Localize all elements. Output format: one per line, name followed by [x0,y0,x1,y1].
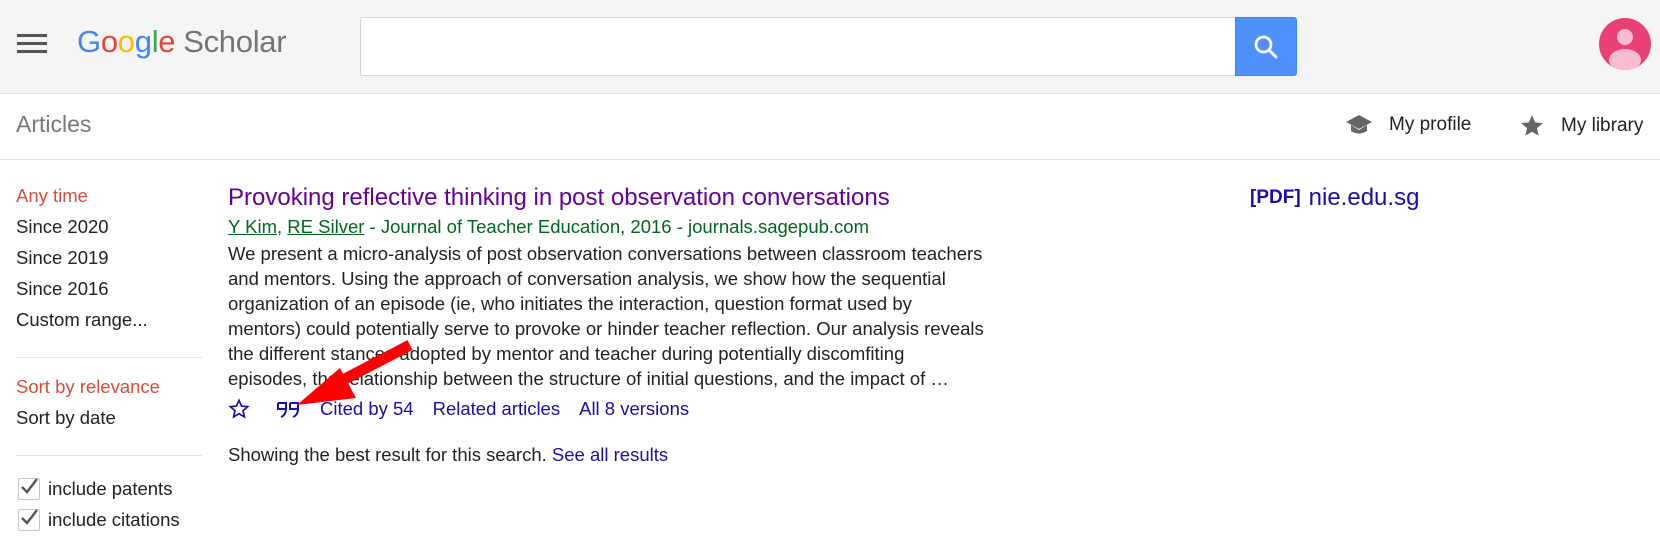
sub-header: Articles My profile My library [0,95,1660,160]
my-library-label: My library [1561,115,1644,136]
author-link[interactable]: Y Kim [228,216,277,237]
snippet-line: and mentors. Using the approach of conve… [228,268,946,289]
cited-by-link[interactable]: Cited by 54 [320,398,414,420]
person-icon [1609,29,1641,70]
snippet-line: mentors) could potentially serve to prov… [228,318,984,339]
checkbox[interactable] [18,508,40,531]
filter-since-2019[interactable]: Since 2019 [16,246,204,277]
pdf-link[interactable]: [PDF] nie.edu.sg [1250,183,1419,213]
related-articles-link[interactable]: Related articles [433,398,561,420]
pdf-source: nie.edu.sg [1308,184,1420,211]
my-profile-label: My profile [1389,114,1472,135]
sort-by-relevance[interactable]: Sort by relevance [16,375,204,406]
search-input[interactable] [361,18,1236,75]
search-button[interactable] [1235,17,1297,76]
star-outline-icon [228,398,250,419]
checkmark-icon [21,508,38,525]
snippet-line: episodes, the relationship between the s… [228,368,949,389]
filter-since-2016[interactable]: Since 2016 [16,277,204,308]
best-result-note: Showing the best result for this search.… [228,444,668,466]
filter-custom-range[interactable]: Custom range... [16,308,204,339]
result-actions: Cited by 54 Related articles All 8 versi… [228,394,1068,424]
my-library-link[interactable]: My library [1519,113,1643,139]
result-snippet: We present a micro-analysis of post obse… [228,241,1068,391]
search-icon [1254,35,1278,58]
account-avatar-icon[interactable] [1599,18,1651,70]
google-scholar-logo[interactable]: Google Scholar [77,22,287,62]
filter-any-time[interactable]: Any time [16,184,204,215]
graduation-cap-icon [1345,113,1373,137]
filter-since-2020[interactable]: Since 2020 [16,215,204,246]
hamburger-menu-icon[interactable] [17,32,47,54]
publication-info: - Journal of Teacher Education, 2016 - j… [364,216,870,237]
result-title-link[interactable]: Provoking reflective thinking in post ob… [228,183,890,213]
all-versions-link[interactable]: All 8 versions [579,398,689,420]
search-result: Provoking reflective thinking in post ob… [228,183,1068,424]
include-patents-label: include patents [48,477,173,499]
include-patents-checkbox[interactable]: include patents [16,473,204,504]
cite-button[interactable] [276,399,300,419]
result-meta: Y Kim, RE Silver - Journal of Teacher Ed… [228,214,1068,240]
snippet-line: organization of an episode (ie, who init… [228,293,912,314]
divider [16,455,202,456]
include-citations-checkbox[interactable]: include citations [16,504,204,535]
divider [16,357,202,358]
checkmark-icon [21,477,38,494]
search-box [360,17,1236,76]
top-header: Google Scholar [0,0,1660,94]
include-citations-label: include citations [48,508,180,530]
quote-icon [277,402,299,418]
pdf-tag: [PDF] [1250,187,1301,208]
star-icon [1519,113,1545,139]
snippet-line: the different stances adopted by mentor … [228,343,905,364]
best-result-text: Showing the best result for this search. [228,444,552,465]
section-label-articles: Articles [16,111,92,137]
author-separator: , [277,216,288,237]
sort-by-date[interactable]: Sort by date [16,406,204,437]
checkbox[interactable] [18,477,40,500]
snippet-line: We present a micro-analysis of post obse… [228,243,983,264]
author-link[interactable]: RE Silver [287,216,364,237]
my-profile-link[interactable]: My profile [1345,113,1471,137]
save-button[interactable] [228,398,250,420]
see-all-results-link[interactable]: See all results [552,444,668,465]
filter-sidebar: Any time Since 2020 Since 2019 Since 201… [16,184,204,535]
